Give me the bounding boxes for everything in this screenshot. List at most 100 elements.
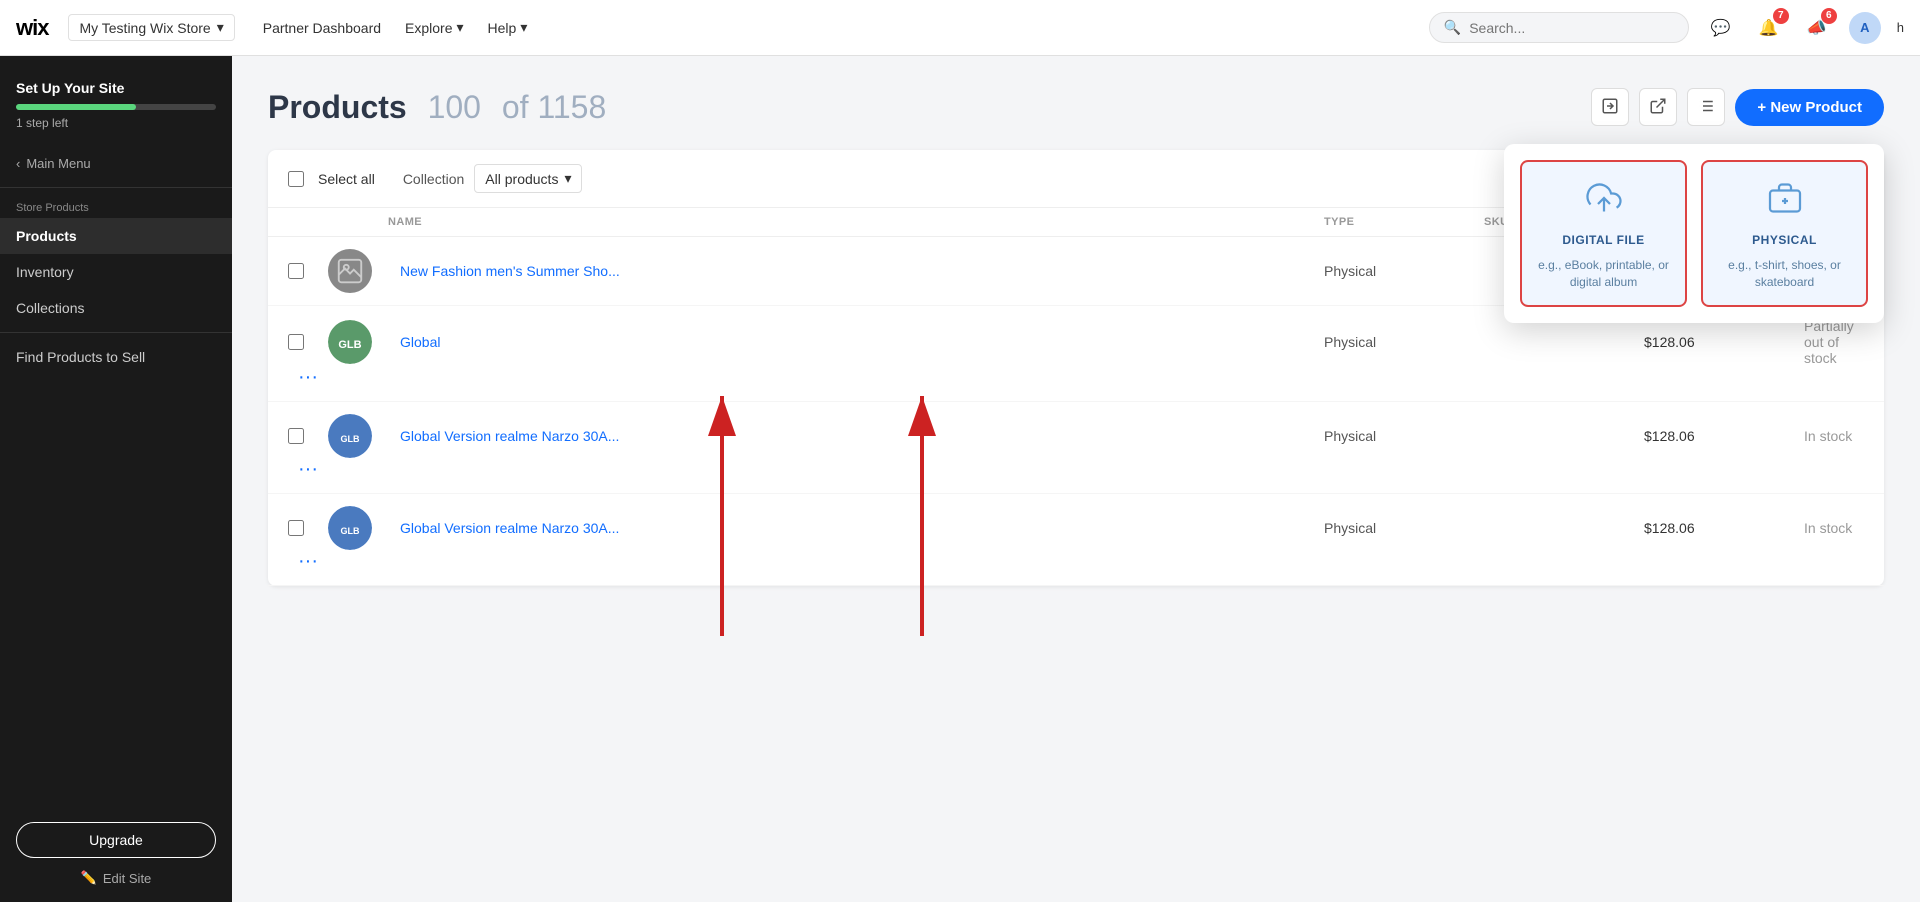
select-all-label[interactable]: Select all <box>318 171 375 187</box>
collection-label: Collection <box>403 171 464 187</box>
sidebar-divider-2 <box>0 332 232 333</box>
product-name-2[interactable]: Global <box>388 334 1324 350</box>
row-checkbox-4[interactable] <box>288 520 304 536</box>
upgrade-button[interactable]: Upgrade <box>16 822 216 858</box>
columns-icon <box>1697 97 1715 118</box>
digital-file-desc: e.g., eBook, printable, or digital album <box>1534 257 1673 291</box>
physical-icon <box>1767 180 1803 223</box>
page-header: Products 100 of 1158 <box>268 88 1884 126</box>
main-menu-link[interactable]: ‹ Main Menu <box>0 146 232 181</box>
notifications-badge: 7 <box>1773 8 1789 24</box>
topnav-right: 🔍 💬 🔔 7 📣 6 A h <box>1429 12 1904 44</box>
product-type-dropdown: DIGITAL FILE e.g., eBook, printable, or … <box>1504 144 1884 323</box>
collection-value: All products <box>485 171 558 187</box>
product-name-1[interactable]: New Fashion men's Summer Sho... <box>388 263 1324 279</box>
search-icon: 🔍 <box>1444 19 1461 36</box>
avatar[interactable]: A <box>1849 12 1881 44</box>
sidebar-item-collections[interactable]: Collections <box>0 290 232 326</box>
product-status-2: Partially out of stock <box>1804 318 1864 366</box>
progress-bar-bg <box>16 104 216 110</box>
progress-bar-fill <box>16 104 136 110</box>
chevron-left-icon: ‹ <box>16 156 20 171</box>
setup-box: Set Up Your Site 1 step left <box>0 68 232 146</box>
edit-site-link[interactable]: ✏️ Edit Site <box>16 870 216 886</box>
product-price-2: $128.06 <box>1644 334 1804 350</box>
sidebar-divider <box>0 187 232 188</box>
customize-button[interactable] <box>1687 88 1725 126</box>
new-product-button[interactable]: + New Product <box>1735 89 1884 126</box>
import-icon <box>1601 97 1619 118</box>
chat-icon: 💬 <box>1711 18 1731 38</box>
sidebar-item-inventory[interactable]: Inventory <box>0 254 232 290</box>
steps-left: 1 step left <box>16 116 216 130</box>
product-type-3: Physical <box>1324 428 1484 444</box>
product-status-3: In stock <box>1804 428 1864 444</box>
export-button[interactable] <box>1639 88 1677 126</box>
notifications-button[interactable]: 🔔 7 <box>1753 12 1785 44</box>
table-row: GLB Global Version realme Narzo 30A... P… <box>268 494 1884 586</box>
physical-card[interactable]: PHYSICAL e.g., t-shirt, shoes, or skateb… <box>1701 160 1868 307</box>
page-title: Products 100 of 1158 <box>268 89 606 126</box>
product-thumbnail-2: GLB <box>328 320 372 364</box>
chevron-down-icon: ▾ <box>217 19 224 36</box>
megaphone-badge: 6 <box>1821 8 1837 24</box>
product-total: 1158 <box>537 89 606 125</box>
top-navigation: wix My Testing Wix Store ▾ Partner Dashb… <box>0 0 1920 56</box>
product-type-4: Physical <box>1324 520 1484 536</box>
of-text: of <box>502 89 529 125</box>
search-bar[interactable]: 🔍 <box>1429 12 1689 43</box>
export-icon <box>1649 97 1667 118</box>
product-count: 100 <box>428 89 481 125</box>
nav-links: Partner Dashboard Explore ▾ Help ▾ <box>263 19 528 36</box>
store-selector[interactable]: My Testing Wix Store ▾ <box>68 14 234 41</box>
physical-desc: e.g., t-shirt, shoes, or skateboard <box>1715 257 1854 291</box>
wix-logo: wix <box>16 15 48 41</box>
nav-partner-dashboard[interactable]: Partner Dashboard <box>263 20 381 36</box>
main-content: Products 100 of 1158 <box>232 56 1920 902</box>
import-button[interactable] <box>1591 88 1629 126</box>
product-price-3: $128.06 <box>1644 428 1804 444</box>
sidebar-item-find-products[interactable]: Find Products to Sell <box>0 339 232 375</box>
row-checkbox-2[interactable] <box>288 334 304 350</box>
user-label[interactable]: h <box>1897 20 1904 35</box>
digital-file-title: DIGITAL FILE <box>1562 233 1644 247</box>
sidebar-bottom: Upgrade ✏️ Edit Site <box>0 806 232 902</box>
svg-text:GLB: GLB <box>341 434 360 444</box>
select-all-checkbox[interactable] <box>288 171 304 187</box>
svg-text:GLB: GLB <box>338 339 361 351</box>
product-name-4[interactable]: Global Version realme Narzo 30A... <box>388 520 1324 536</box>
more-options-4[interactable]: ··· <box>288 550 328 573</box>
chat-button[interactable]: 💬 <box>1705 12 1737 44</box>
col-name: NAME <box>388 216 1324 228</box>
more-options-3[interactable]: ··· <box>288 458 328 481</box>
setup-title: Set Up Your Site <box>16 80 216 96</box>
row-checkbox-3[interactable] <box>288 428 304 444</box>
collection-selector[interactable]: All products ▾ <box>474 164 582 193</box>
header-actions: + New Product DIGITAL FILE e.g., eBook, … <box>1591 88 1884 126</box>
product-status-4: In stock <box>1804 520 1864 536</box>
product-type-2: Physical <box>1324 334 1484 350</box>
physical-title: PHYSICAL <box>1752 233 1817 247</box>
search-input[interactable] <box>1469 20 1674 36</box>
product-type-1: Physical <box>1324 263 1484 279</box>
col-type: TYPE <box>1324 216 1484 228</box>
product-thumbnail-4: GLB <box>328 506 372 550</box>
nav-explore[interactable]: Explore ▾ <box>405 19 464 36</box>
sidebar: Set Up Your Site 1 step left ‹ Main Menu… <box>0 56 232 902</box>
more-options-2[interactable]: ··· <box>288 366 328 389</box>
digital-file-card[interactable]: DIGITAL FILE e.g., eBook, printable, or … <box>1520 160 1687 307</box>
chevron-down-icon: ▾ <box>457 19 464 36</box>
sidebar-section-label: Store Products <box>0 194 232 218</box>
svg-text:GLB: GLB <box>341 526 360 536</box>
chevron-down-icon: ▾ <box>564 170 571 187</box>
table-row: GLB Global Version realme Narzo 30A... P… <box>268 402 1884 494</box>
row-checkbox-1[interactable] <box>288 263 304 279</box>
product-thumbnail-1 <box>328 249 372 293</box>
digital-file-icon <box>1586 180 1622 223</box>
sidebar-item-products[interactable]: Products <box>0 218 232 254</box>
product-name-3[interactable]: Global Version realme Narzo 30A... <box>388 428 1324 444</box>
store-name: My Testing Wix Store <box>79 20 210 36</box>
nav-help[interactable]: Help ▾ <box>488 19 528 36</box>
megaphone-button[interactable]: 📣 6 <box>1801 12 1833 44</box>
product-thumbnail-3: GLB <box>328 414 372 458</box>
